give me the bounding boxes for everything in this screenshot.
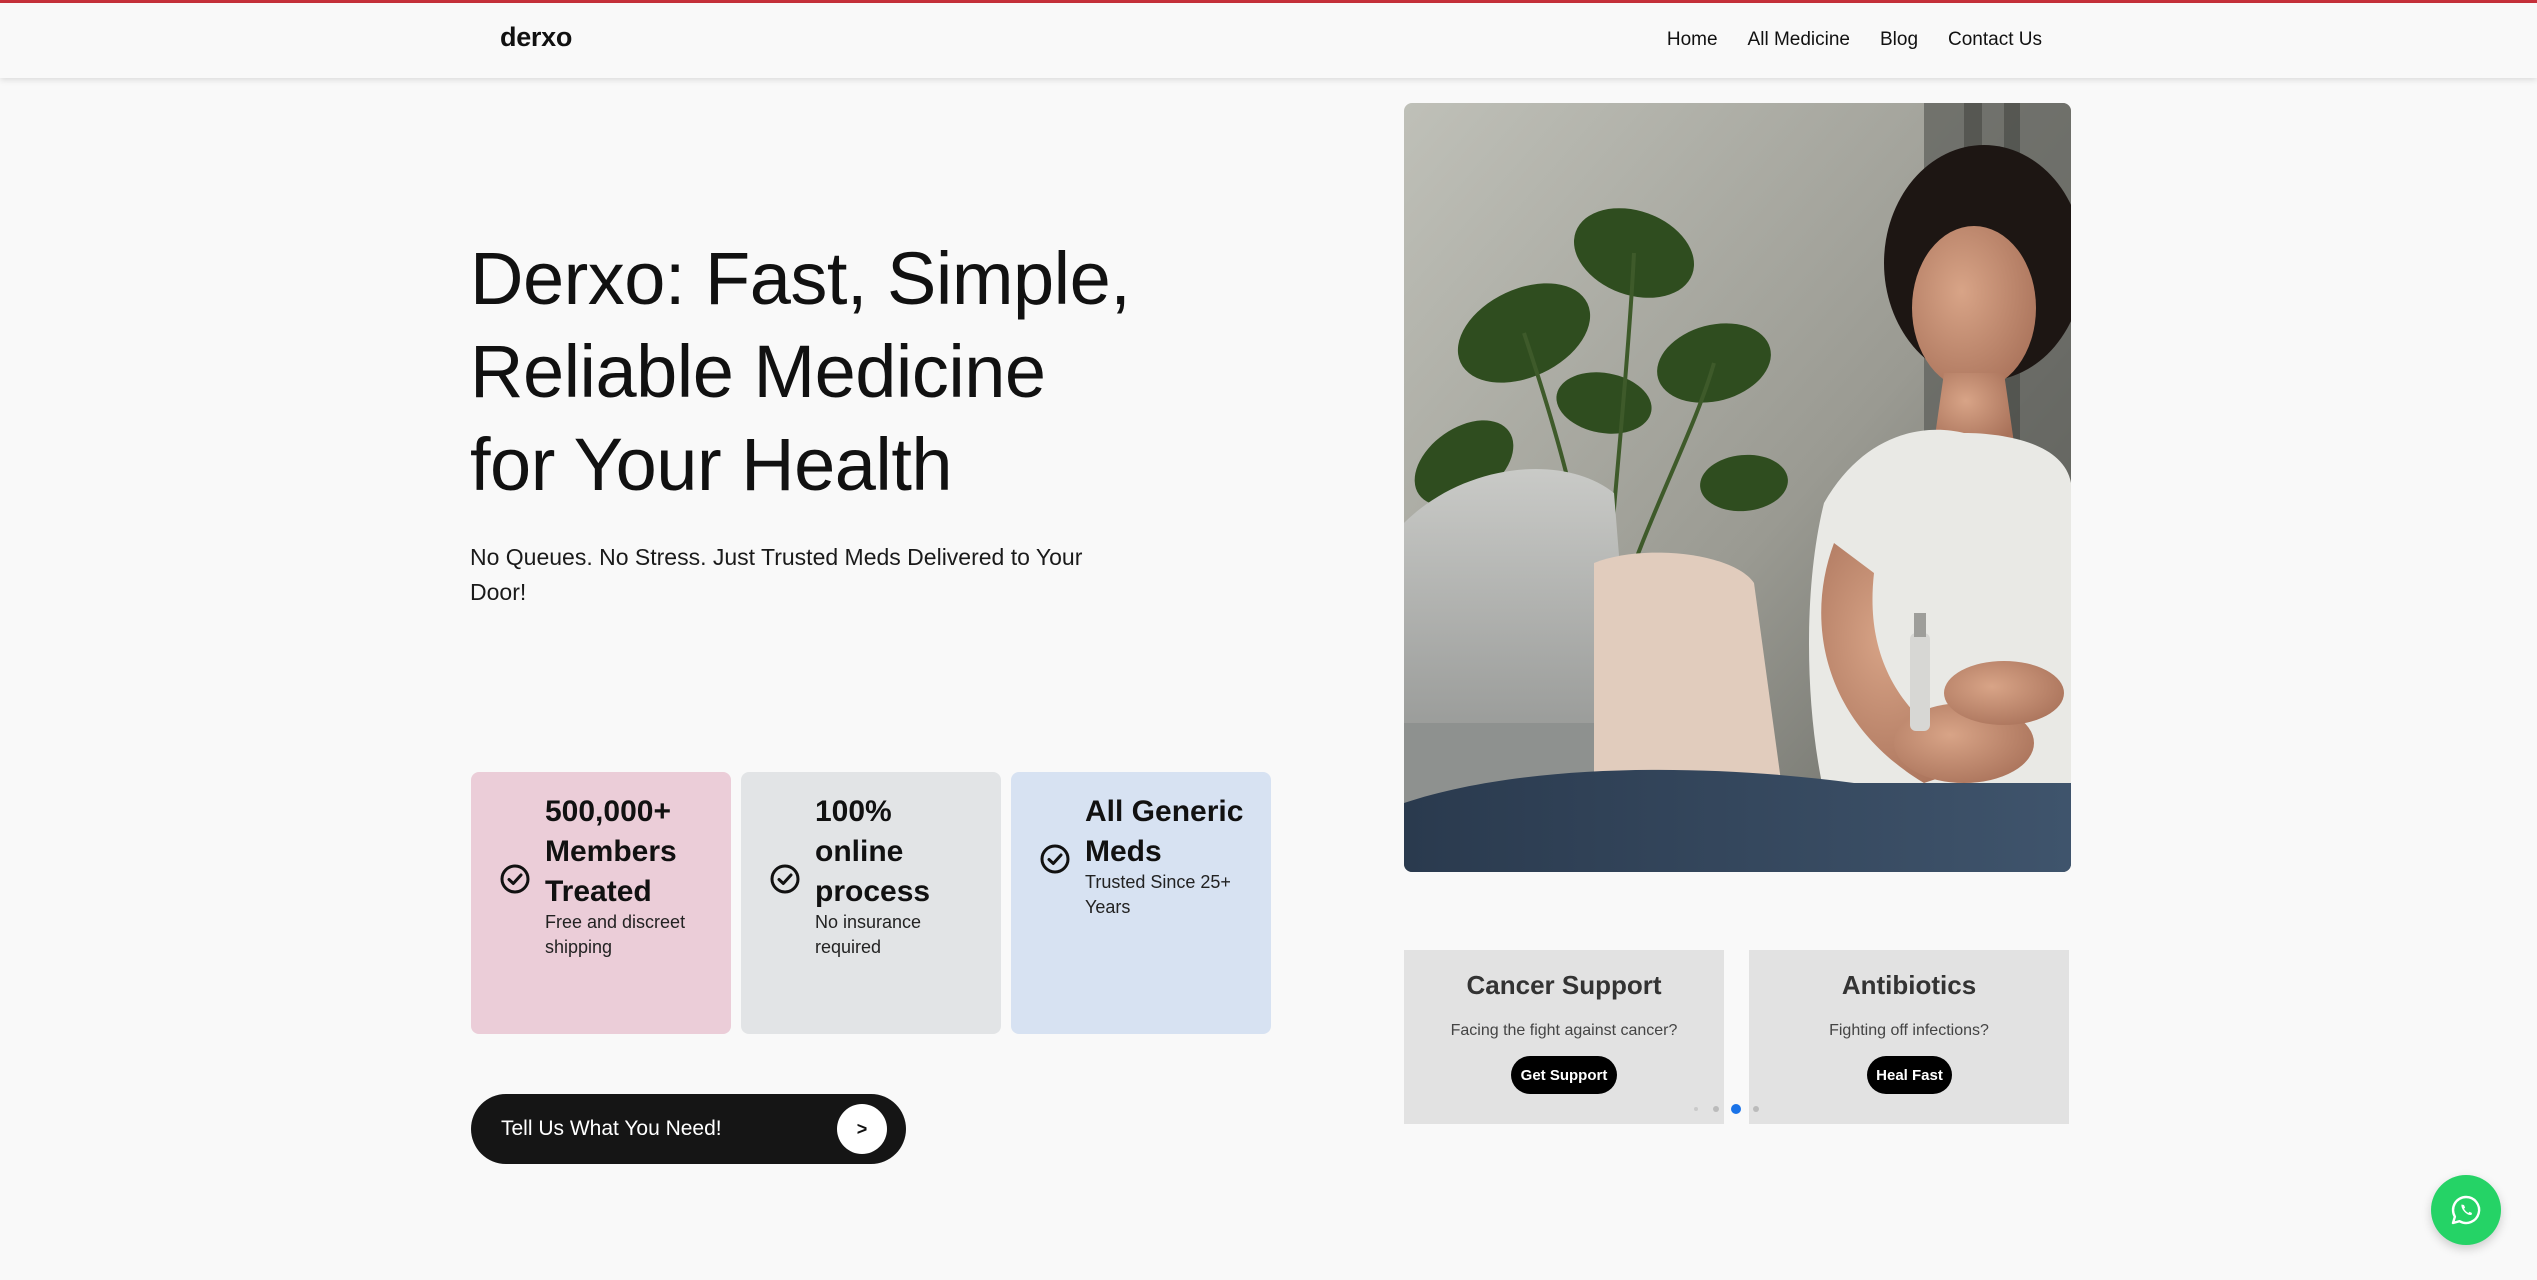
slide-cancer-support: Cancer Support Facing the fight against … bbox=[1404, 950, 1724, 1124]
stat-title-line: 500,000+ bbox=[545, 795, 671, 828]
slide-antibiotics: Antibiotics Fighting off infections? Hea… bbox=[1749, 950, 2069, 1124]
stat-title-line: Treated bbox=[545, 875, 652, 908]
hero-title-line: Reliable Medicine bbox=[470, 330, 1046, 413]
carousel-dot[interactable] bbox=[1753, 1106, 1759, 1112]
nav-link-home[interactable]: Home bbox=[1667, 29, 1718, 51]
whatsapp-chat-button[interactable] bbox=[2431, 1175, 2501, 1245]
heal-fast-button[interactable]: Heal Fast bbox=[1867, 1056, 1952, 1094]
site-header: derxo Home All Medicine Blog Contact Us bbox=[0, 3, 2537, 78]
carousel-dot-active[interactable] bbox=[1731, 1104, 1741, 1114]
stat-card-generic: All Generic Meds Trusted Since 25+ Years bbox=[1011, 772, 1271, 1034]
nav-link-blog[interactable]: Blog bbox=[1880, 29, 1918, 51]
check-circle-icon bbox=[500, 864, 530, 894]
nav-link-contact-us[interactable]: Contact Us bbox=[1948, 29, 2042, 51]
hero-title-line: for Your Health bbox=[470, 423, 953, 506]
stat-title: 100% online process bbox=[815, 792, 995, 912]
hero-title-line: Derxo: Fast, Simple, bbox=[470, 237, 1131, 320]
tell-us-button[interactable]: Tell Us What You Need! > bbox=[471, 1094, 906, 1164]
site-logo[interactable]: derxo bbox=[500, 22, 572, 53]
tell-us-label: Tell Us What You Need! bbox=[501, 1117, 722, 1140]
slide-title: Cancer Support bbox=[1466, 970, 1662, 1000]
stat-title-line: All Generic bbox=[1085, 795, 1244, 828]
stat-title-line: process bbox=[815, 875, 931, 908]
stat-description: No insurance required bbox=[815, 912, 922, 957]
hero-subtitle: No Queues. No Stress. Just Trusted Meds … bbox=[470, 544, 1083, 605]
stat-card-members: 500,000+ Members Treated Free and discre… bbox=[471, 772, 731, 1034]
check-circle-icon bbox=[770, 864, 800, 894]
nav-link-all-medicine[interactable]: All Medicine bbox=[1748, 29, 1850, 51]
stat-description: Free and discreet shipping bbox=[545, 912, 686, 957]
hero-photo bbox=[1404, 103, 2071, 872]
slide-description: Fighting off infections? bbox=[1829, 1022, 1989, 1039]
carousel-dots bbox=[1690, 1102, 1760, 1116]
slide-title: Antibiotics bbox=[1841, 970, 1977, 1000]
stat-card-online: 100% online process No insurance require… bbox=[741, 772, 1001, 1034]
stat-title: 500,000+ Members Treated bbox=[545, 792, 725, 912]
carousel-dot[interactable] bbox=[1713, 1106, 1719, 1112]
hero-title: Derxo: Fast, Simple, Reliable Medicine f… bbox=[470, 232, 1170, 511]
whatsapp-icon bbox=[2451, 1195, 2481, 1225]
stat-description: Trusted Since 25+ Years bbox=[1085, 872, 1231, 917]
main-nav: Home All Medicine Blog Contact Us bbox=[1667, 29, 2042, 51]
arrow-right-icon[interactable]: > bbox=[837, 1104, 887, 1154]
stat-title-line: 100% bbox=[815, 795, 892, 828]
slide-description: Facing the fight against cancer? bbox=[1450, 1022, 1678, 1039]
stat-title-line: online bbox=[815, 835, 904, 868]
woman-injecting-photo bbox=[1404, 103, 2071, 872]
check-circle-icon bbox=[1040, 844, 1070, 874]
carousel-dot[interactable] bbox=[1694, 1107, 1698, 1111]
stat-title-line: Members bbox=[545, 835, 677, 868]
stat-title: All Generic Meds bbox=[1085, 792, 1265, 872]
get-support-button[interactable]: Get Support bbox=[1511, 1056, 1617, 1094]
stat-title-line: Meds bbox=[1085, 835, 1162, 868]
